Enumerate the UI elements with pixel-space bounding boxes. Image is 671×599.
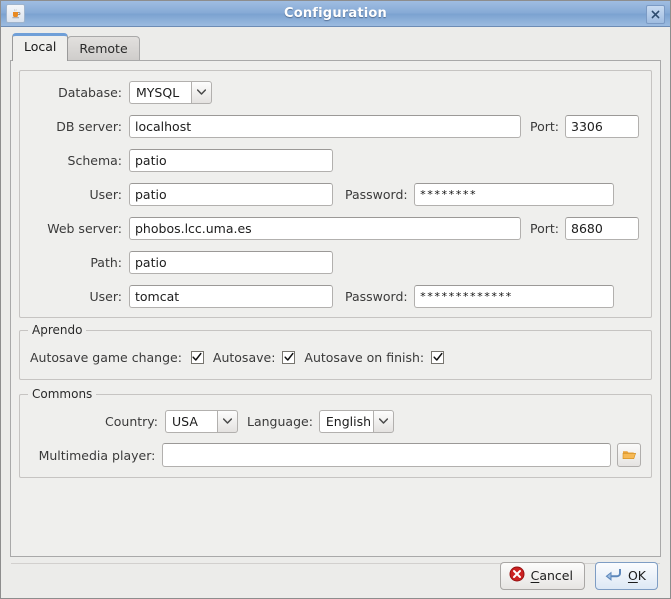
folder-open-icon[interactable] [617,443,641,467]
database-combo[interactable]: MYSQL [129,80,212,104]
web-password-label: Password: [345,288,408,304]
row-country-language: Country: USA Language: English [30,409,641,433]
enter-arrow-icon [604,567,622,585]
autosave-on-finish-checkbox[interactable] [431,350,445,364]
aprendo-group: Aprendo Autosave game change: Autosave: … [19,323,652,380]
row-web-server: Web server: Port: [30,216,641,240]
autosave-on-finish-label: Autosave on finish: [304,349,425,365]
cancel-circle-icon [509,566,525,585]
row-web-user: User: Password: [30,284,641,308]
tab-strip: Local Remote [12,33,661,61]
multimedia-player-input[interactable] [162,443,611,467]
row-db-user: User: Password: [30,182,641,206]
dialog-content: Local Remote Database: MYSQL DB server: … [1,27,670,564]
country-combo[interactable]: USA [165,409,238,433]
db-password-label: Password: [345,186,408,202]
chevron-down-icon [372,409,394,433]
chevron-down-icon [217,409,238,433]
tab-local-label: Local [24,39,57,54]
commons-group-title: Commons [28,387,97,401]
web-user-label: User: [89,288,122,304]
row-db-server: DB server: Port: [30,114,641,138]
ok-button[interactable]: OK [594,561,658,590]
schema-label: Schema: [67,152,122,168]
db-password-input[interactable] [413,182,614,206]
commons-group: Commons Country: USA Language: English M… [19,387,652,478]
java-coffee-cup-icon [6,4,25,23]
configuration-dialog: Configuration Local Remote Database: MYS… [0,0,671,599]
db-user-label: User: [89,186,122,202]
ok-button-label: OK [627,568,646,583]
row-multimedia-player: Multimedia player: [30,443,641,467]
country-label: Country: [105,413,158,429]
autosave-label: Autosave: [212,349,276,365]
db-server-input[interactable] [129,114,521,138]
tab-panel-local: Database: MYSQL DB server: Port: [10,60,661,557]
window-title: Configuration [283,6,388,21]
web-password-input[interactable] [413,284,614,308]
autosave-checkbox[interactable] [282,350,296,364]
language-combo-value: English [318,409,373,433]
cancel-button-label: Cancel [530,568,573,583]
row-path: Path: [30,250,641,274]
aprendo-options-row: Autosave game change: Autosave: Autosave… [30,345,641,369]
language-combo[interactable]: English [318,409,394,433]
db-user-input[interactable] [129,182,333,206]
cancel-button[interactable]: Cancel [499,561,585,590]
tab-local[interactable]: Local [12,33,69,61]
connection-settings-panel: Database: MYSQL DB server: Port: [19,70,652,318]
web-port-label: Port: [530,220,559,236]
db-port-input[interactable] [565,114,639,138]
multimedia-player-label: Multimedia player: [38,447,156,463]
path-label: Path: [90,254,122,270]
title-bar: Configuration [1,1,670,27]
database-label: Database: [58,84,122,100]
database-combo-value: MYSQL [129,80,191,104]
web-port-input[interactable] [565,216,639,240]
aprendo-group-title: Aprendo [28,323,87,337]
dialog-button-bar: Cancel OK [1,553,670,598]
autosave-game-change-checkbox[interactable] [190,350,204,364]
db-server-label: DB server: [56,118,122,134]
db-port-label: Port: [530,118,559,134]
web-user-input[interactable] [129,284,333,308]
row-database: Database: MYSQL [30,80,641,104]
close-icon[interactable] [646,5,665,24]
path-input[interactable] [129,250,333,274]
autosave-game-change-label: Autosave game change: [30,349,182,365]
country-combo-value: USA [165,409,217,433]
row-schema: Schema: [30,148,641,172]
tab-remote[interactable]: Remote [67,36,140,60]
tab-remote-label: Remote [79,41,128,56]
web-server-label: Web server: [47,220,122,236]
schema-input[interactable] [129,148,333,172]
language-label: Language: [247,413,313,429]
web-server-input[interactable] [129,216,521,240]
chevron-down-icon [191,80,212,104]
